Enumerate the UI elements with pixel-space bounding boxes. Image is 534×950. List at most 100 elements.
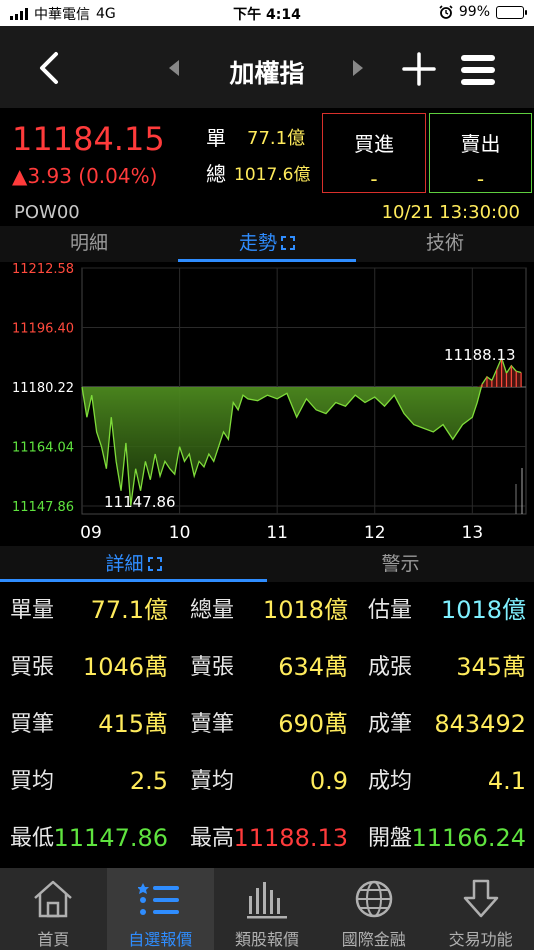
buy-button[interactable]: 買進 - [322, 113, 426, 193]
stat-label: 估量 [368, 598, 413, 623]
nav-trading[interactable]: 交易功能 [427, 868, 534, 950]
quote-panel: 11184.15 ▲3.93 (0.04%) 單 77.1億 總 1017.6億… [0, 108, 534, 226]
intraday-chart-svg: 11212.58 11196.40 11180.22 11164.04 11147.86… [12, 262, 527, 543]
arrow-down-icon [463, 879, 498, 918]
sell-button[interactable]: 賣出 - [429, 113, 532, 193]
stat-cell: 賣筆 690萬 [180, 696, 348, 753]
tab-alerts[interactable]: 警示 [267, 546, 534, 582]
symbol-code: POW00 [14, 202, 80, 223]
x-tick-label: 09 [80, 523, 102, 543]
stats-row: 買筆 415萬 賣筆 690萬 成筆 843492 [0, 696, 534, 753]
total-volume-label: 總 [206, 162, 226, 186]
stat-value: 634萬 [278, 653, 348, 681]
battery-percent: 99% [458, 4, 490, 20]
nav-label: 首頁 [37, 930, 70, 949]
y-tick-label: 11164.04 [12, 441, 74, 456]
tab-label: 詳細 [105, 553, 144, 575]
tab-details[interactable]: 詳細 [0, 546, 267, 582]
x-tick-label: 11 [266, 523, 288, 543]
nav-watchlist[interactable]: 自選報價 [106, 868, 214, 950]
intraday-chart[interactable]: 11212.58 11196.40 11180.22 11164.04 11147.86… [0, 262, 534, 546]
stats-row: 買均 2.5 賣均 0.9 成均 4.1 [0, 753, 534, 810]
next-triangle-icon[interactable] [352, 59, 364, 77]
nav-label: 自選報價 [128, 930, 193, 949]
stat-label: 總量 [190, 598, 235, 623]
stat-label: 成張 [368, 655, 413, 680]
stat-cell: 成筆 843492 [358, 696, 526, 753]
y-tick-label: 11196.40 [12, 322, 74, 337]
bottom-nav: 首頁 自選報價 類股報價 國際金融 交易功能 [0, 868, 534, 950]
bar-chart-icon [246, 882, 287, 919]
single-volume-label: 單 [206, 126, 226, 150]
stat-cell: 成張 345萬 [358, 639, 526, 696]
sell-label: 賣出 [460, 132, 501, 156]
view-tabs: 明細 走勢 技術 [0, 226, 534, 262]
tab-detail-list[interactable]: 明細 [0, 226, 178, 262]
stat-label: 最高 [190, 826, 235, 851]
stat-value: 1046萬 [82, 653, 168, 681]
y-tick-label: 11212.58 [12, 262, 74, 277]
stat-value: 345萬 [456, 653, 526, 681]
stat-value: 415萬 [98, 710, 168, 738]
stat-label: 買筆 [10, 712, 55, 737]
page-title: 加權指 [229, 59, 305, 88]
stat-value: 11147.86 [53, 824, 168, 852]
buy-value: - [370, 167, 378, 191]
index-price: 11184.15 [12, 120, 165, 158]
stat-value: 0.9 [309, 767, 348, 795]
stat-label: 賣筆 [190, 712, 235, 737]
expand-icon[interactable] [147, 557, 162, 571]
alarm-icon [439, 5, 453, 19]
stat-value: 843492 [434, 710, 526, 738]
tab-label: 技術 [425, 232, 464, 254]
stat-label: 成均 [368, 769, 413, 794]
quote-datetime: 10/21 13:30:00 [381, 202, 520, 223]
home-icon [34, 880, 73, 918]
nav-home[interactable]: 首頁 [0, 868, 107, 950]
nav-international[interactable]: 國際金融 [320, 868, 427, 950]
stat-label: 單量 [10, 598, 55, 623]
single-volume-value: 77.1億 [247, 128, 306, 149]
stat-label: 開盤 [368, 826, 413, 851]
stat-label: 賣均 [190, 769, 235, 794]
stat-value: 4.1 [487, 767, 526, 795]
price-change: ▲3.93 (0.04%) [12, 164, 158, 188]
high-price-label: 11188.13 [444, 346, 516, 364]
stat-label: 賣張 [190, 655, 235, 680]
x-tick-label: 13 [462, 523, 484, 543]
buy-label: 買進 [354, 132, 394, 156]
stat-label: 最低 [10, 826, 55, 851]
stat-label: 成筆 [368, 712, 413, 737]
status-bar: 中華電信 4G 下午 4:14 99% [0, 0, 534, 26]
stat-cell: 買均 2.5 [0, 753, 168, 810]
tab-label: 警示 [381, 553, 420, 575]
nav-label: 類股報價 [234, 930, 299, 949]
expand-icon[interactable] [281, 236, 295, 250]
nav-bar: 加權指 [0, 26, 534, 108]
stat-cell: 開盤 11166.24 [358, 810, 526, 867]
add-icon[interactable] [402, 52, 436, 86]
low-price-label: 11147.86 [104, 493, 176, 511]
tab-trend[interactable]: 走勢 [178, 226, 356, 262]
stats-row: 買張 1046萬 賣張 634萬 成張 345萬 [0, 639, 534, 696]
stats-row: 最低 11147.86 最高 11188.13 開盤 11166.24 [0, 810, 534, 867]
nav-label: 交易功能 [448, 930, 513, 949]
stat-cell: 最高 11188.13 [180, 810, 348, 867]
tab-technical[interactable]: 技術 [356, 226, 534, 262]
tab-label: 明細 [69, 232, 108, 254]
nav-sector-quotes[interactable]: 類股報價 [214, 868, 321, 950]
menu-icon[interactable] [460, 53, 496, 87]
total-volume-value: 1017.6億 [234, 165, 311, 185]
stat-cell: 最低 11147.86 [0, 810, 168, 867]
stat-cell: 估量 1018億 [358, 582, 526, 639]
stat-cell: 買筆 415萬 [0, 696, 168, 753]
stat-cell: 總量 1018億 [180, 582, 348, 639]
nav-label: 國際金融 [341, 930, 406, 949]
stat-value: 11188.13 [233, 824, 348, 852]
sell-value: - [476, 167, 485, 191]
tab-label: 走勢 [238, 232, 277, 254]
x-tick-label: 10 [169, 523, 191, 543]
stat-value: 2.5 [129, 767, 168, 795]
stat-cell: 賣均 0.9 [180, 753, 348, 810]
stat-value: 690萬 [278, 710, 348, 738]
